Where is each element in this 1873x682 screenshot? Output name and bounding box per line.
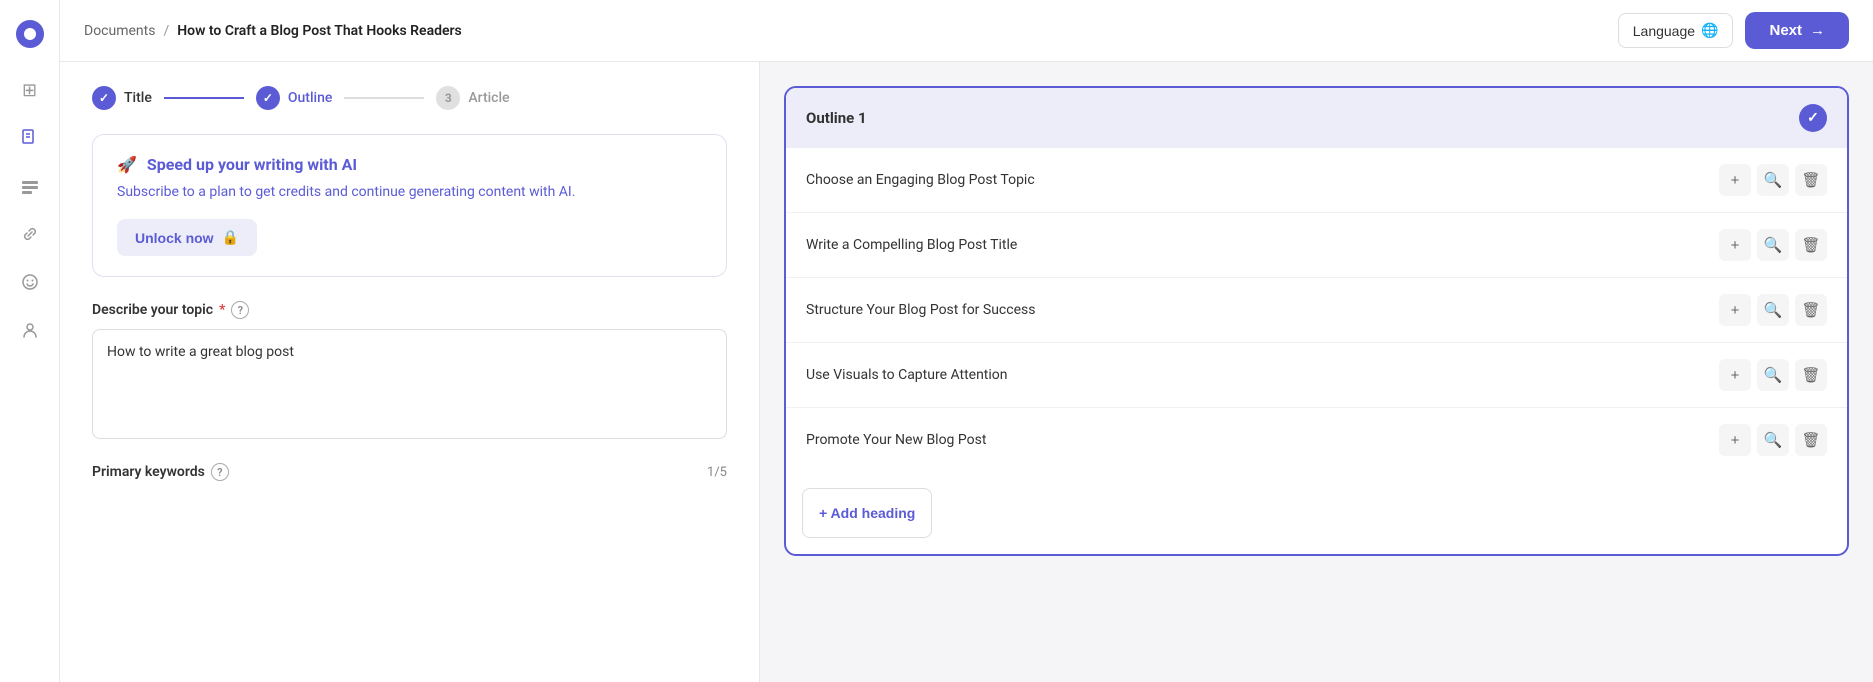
step-title: ✓ Title bbox=[92, 86, 152, 110]
language-button[interactable]: Language 🌐 bbox=[1618, 13, 1734, 48]
add-heading-label: + Add heading bbox=[819, 505, 915, 521]
step-title-circle: ✓ bbox=[92, 86, 116, 110]
delete-button[interactable]: 🗑 bbox=[1795, 359, 1827, 391]
next-arrow-icon: → bbox=[1810, 22, 1825, 39]
topic-help-icon[interactable]: ? bbox=[231, 301, 249, 319]
layers-icon[interactable] bbox=[12, 168, 48, 204]
expand-button[interactable]: 🔍 bbox=[1757, 164, 1789, 196]
outline-item-text: Promote Your New Blog Post bbox=[806, 432, 1719, 448]
ai-banner-description: Subscribe to a plan to get credits and c… bbox=[117, 182, 702, 203]
outline-item-actions: + 🔍 🗑 bbox=[1719, 229, 1827, 261]
document-icon[interactable] bbox=[12, 120, 48, 156]
breadcrumb-root[interactable]: Documents bbox=[84, 23, 155, 39]
outline-item-text: Use Visuals to Capture Attention bbox=[806, 367, 1719, 383]
outline-check-icon: ✓ bbox=[1799, 104, 1827, 132]
expand-button[interactable]: 🔍 bbox=[1757, 294, 1789, 326]
outline-item-text: Structure Your Blog Post for Success bbox=[806, 302, 1719, 318]
step-article-label: Article bbox=[468, 90, 509, 106]
unlock-label: Unlock now bbox=[135, 230, 214, 246]
left-panel: ✓ Title ✓ Outline 3 Article 🚀 Speed bbox=[60, 62, 760, 682]
step-article: 3 Article bbox=[436, 86, 509, 110]
step-outline-label: Outline bbox=[288, 90, 333, 106]
person-icon[interactable] bbox=[12, 312, 48, 348]
expand-button[interactable]: 🔍 bbox=[1757, 359, 1789, 391]
add-subitem-button[interactable]: + bbox=[1719, 294, 1751, 326]
header: Documents / How to Craft a Blog Post Tha… bbox=[60, 0, 1873, 62]
outline-item-actions: + 🔍 🗑 bbox=[1719, 424, 1827, 456]
next-label: Next bbox=[1769, 22, 1802, 39]
emoji-icon[interactable] bbox=[12, 264, 48, 300]
outline-header: Outline 1 ✓ bbox=[786, 88, 1847, 148]
topic-textarea[interactable]: How to write a great blog post bbox=[92, 329, 727, 439]
language-label: Language bbox=[1633, 23, 1695, 39]
step-article-circle: 3 bbox=[436, 86, 460, 110]
ai-banner-title: 🚀 Speed up your writing with AI bbox=[117, 155, 702, 174]
outline-item-text: Write a Compelling Blog Post Title bbox=[806, 237, 1719, 253]
expand-button[interactable]: 🔍 bbox=[1757, 229, 1789, 261]
step-outline: ✓ Outline bbox=[256, 86, 333, 110]
link-icon[interactable] bbox=[12, 216, 48, 252]
steps: ✓ Title ✓ Outline 3 Article bbox=[92, 86, 727, 110]
sidebar: ⊞ bbox=[0, 0, 60, 682]
content-area: ✓ Title ✓ Outline 3 Article 🚀 Speed bbox=[60, 62, 1873, 682]
outline-item: Use Visuals to Capture Attention + 🔍 🗑 bbox=[786, 343, 1847, 408]
outline-card: Outline 1 ✓ Choose an Engaging Blog Post… bbox=[784, 86, 1849, 556]
add-subitem-button[interactable]: + bbox=[1719, 164, 1751, 196]
outline-item-actions: + 🔍 🗑 bbox=[1719, 164, 1827, 196]
right-content: Outline 1 ✓ Choose an Engaging Blog Post… bbox=[760, 62, 1873, 682]
outline-items: Choose an Engaging Blog Post Topic + 🔍 🗑… bbox=[786, 148, 1847, 472]
delete-button[interactable]: 🗑 bbox=[1795, 424, 1827, 456]
add-subitem-button[interactable]: + bbox=[1719, 424, 1751, 456]
expand-button[interactable]: 🔍 bbox=[1757, 424, 1789, 456]
topic-label: Describe your topic * ? bbox=[92, 301, 727, 319]
lock-icon: 🔒 bbox=[222, 229, 239, 246]
main-content: Documents / How to Craft a Blog Post Tha… bbox=[60, 0, 1873, 682]
add-heading-button[interactable]: + Add heading bbox=[802, 488, 932, 538]
keywords-header: Primary keywords ? 1/5 bbox=[92, 463, 727, 481]
keywords-label: Primary keywords ? bbox=[92, 463, 229, 481]
keywords-help-icon[interactable]: ? bbox=[211, 463, 229, 481]
language-icon: 🌐 bbox=[1701, 22, 1718, 39]
add-subitem-button[interactable]: + bbox=[1719, 359, 1751, 391]
step-line-1 bbox=[164, 97, 244, 99]
outline-title: Outline 1 bbox=[806, 109, 867, 127]
header-right: Language 🌐 Next → bbox=[1618, 12, 1849, 49]
rocket-icon: 🚀 bbox=[117, 155, 137, 174]
breadcrumb-separator: / bbox=[163, 23, 169, 39]
step-outline-circle: ✓ bbox=[256, 86, 280, 110]
step-line-2 bbox=[344, 97, 424, 99]
outline-item-text: Choose an Engaging Blog Post Topic bbox=[806, 172, 1719, 188]
outline-item: Write a Compelling Blog Post Title + 🔍 🗑 bbox=[786, 213, 1847, 278]
keywords-section: Primary keywords ? 1/5 bbox=[92, 463, 727, 491]
next-button[interactable]: Next → bbox=[1745, 12, 1849, 49]
keywords-count: 1/5 bbox=[707, 465, 727, 480]
topic-section: Describe your topic * ? How to write a g… bbox=[92, 301, 727, 443]
outline-item: Promote Your New Blog Post + 🔍 🗑 bbox=[786, 408, 1847, 472]
unlock-button[interactable]: Unlock now 🔒 bbox=[117, 219, 257, 256]
delete-button[interactable]: 🗑 bbox=[1795, 229, 1827, 261]
app-logo[interactable] bbox=[12, 16, 48, 52]
breadcrumb-current: How to Craft a Blog Post That Hooks Read… bbox=[177, 23, 462, 39]
outline-item-actions: + 🔍 🗑 bbox=[1719, 359, 1827, 391]
ai-banner: 🚀 Speed up your writing with AI Subscrib… bbox=[92, 134, 727, 277]
home-icon[interactable]: ⊞ bbox=[12, 72, 48, 108]
right-panel: Outline 1 ✓ Choose an Engaging Blog Post… bbox=[760, 62, 1873, 682]
add-subitem-button[interactable]: + bbox=[1719, 229, 1751, 261]
step-title-label: Title bbox=[124, 90, 152, 106]
delete-button[interactable]: 🗑 bbox=[1795, 294, 1827, 326]
outline-item-actions: + 🔍 🗑 bbox=[1719, 294, 1827, 326]
breadcrumb: Documents / How to Craft a Blog Post Tha… bbox=[84, 23, 462, 39]
outline-item: Structure Your Blog Post for Success + 🔍… bbox=[786, 278, 1847, 343]
outline-item: Choose an Engaging Blog Post Topic + 🔍 🗑 bbox=[786, 148, 1847, 213]
delete-button[interactable]: 🗑 bbox=[1795, 164, 1827, 196]
